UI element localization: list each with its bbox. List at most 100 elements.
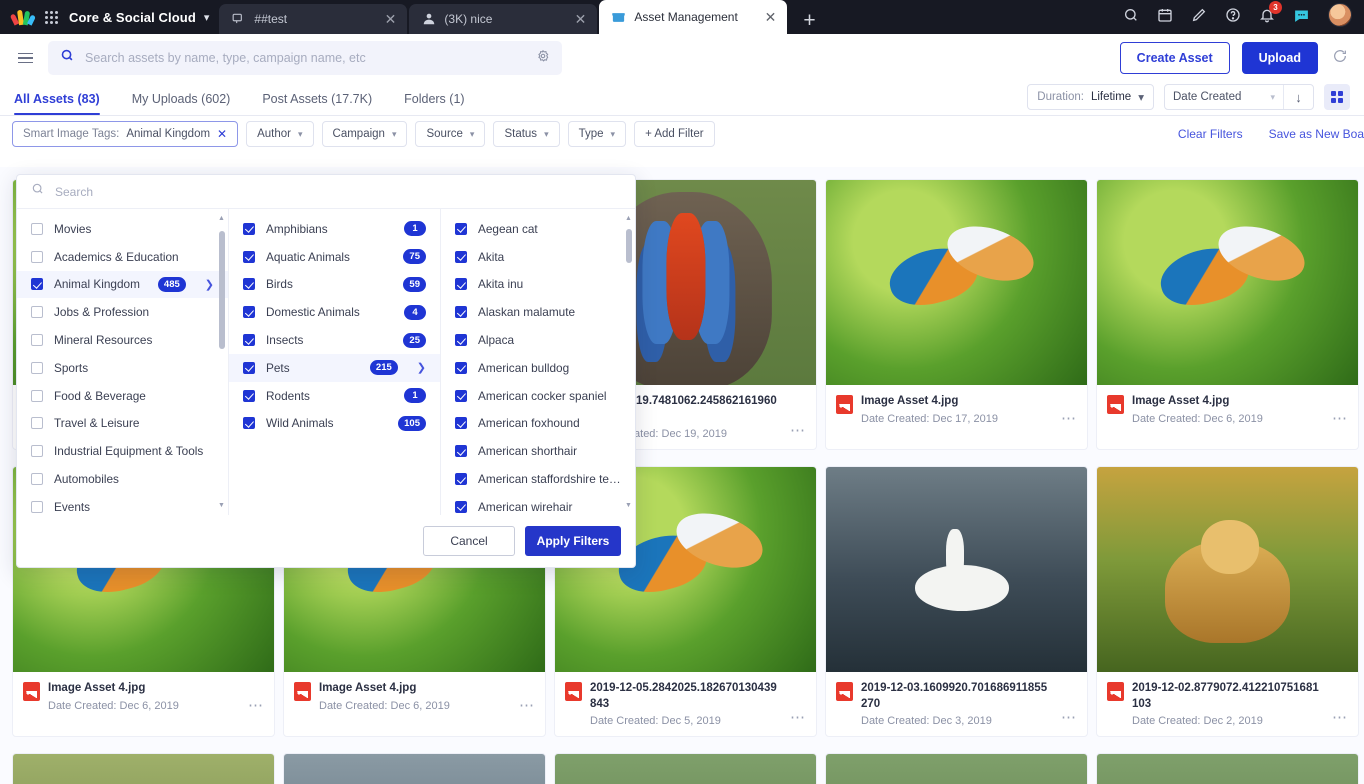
sort-field[interactable]: Date Created ▾ (1165, 85, 1283, 109)
close-icon[interactable]: ✕ (382, 12, 400, 26)
calendar-icon[interactable] (1157, 7, 1173, 23)
checkbox[interactable] (243, 334, 255, 347)
checkbox[interactable] (31, 417, 43, 430)
search-icon[interactable] (1123, 7, 1139, 23)
asset-thumbnail[interactable] (1097, 754, 1358, 784)
filter-chip-author[interactable]: Author ▾ (246, 121, 314, 147)
sort-direction-button[interactable]: ↓ (1283, 85, 1313, 109)
asset-card[interactable] (12, 753, 275, 784)
asset-card[interactable] (554, 753, 817, 784)
cancel-button[interactable]: Cancel (423, 526, 515, 556)
tab-post-assets[interactable]: Post Assets (17.7K) (246, 92, 388, 115)
search-input[interactable] (85, 51, 526, 65)
asset-thumbnail[interactable] (1097, 180, 1358, 385)
checkbox[interactable] (243, 278, 255, 291)
add-filter-button[interactable]: + Add Filter (634, 121, 715, 147)
notifications-bell-icon[interactable]: 3 (1259, 1, 1282, 23)
create-asset-button[interactable]: Create Asset (1119, 42, 1230, 74)
subcategory-column[interactable]: Amphibians 1 Aquatic Animals 75 Birds 59 Domes… (229, 209, 441, 515)
asset-thumbnail[interactable] (1097, 467, 1358, 673)
upload-button[interactable]: Upload (1241, 42, 1318, 74)
asset-thumbnail[interactable] (826, 467, 1087, 673)
more-options-icon[interactable]: ⋯ (790, 708, 806, 727)
browser-tab-asset-management[interactable]: Asset Management ✕ (599, 0, 788, 34)
breed-item[interactable]: American foxhound (441, 410, 635, 438)
more-options-icon[interactable]: ⋯ (1061, 409, 1077, 428)
checkbox[interactable] (31, 334, 43, 347)
chevron-down-icon[interactable]: ▼ (218, 502, 225, 509)
checkbox[interactable] (31, 250, 43, 263)
checkbox[interactable] (455, 222, 467, 235)
smart-image-tags-filter-dropdown[interactable]: Movies Academics & Education Animal Kingdo… (16, 174, 636, 568)
subcategory-item[interactable]: Birds 59 (229, 271, 440, 299)
breed-item[interactable]: Aegean cat (441, 215, 635, 243)
workspace-name[interactable]: Core & Social Cloud (69, 10, 196, 25)
category-item[interactable]: Automobiles (17, 465, 228, 493)
checkbox[interactable] (455, 417, 467, 430)
checkbox[interactable] (31, 445, 43, 458)
more-options-icon[interactable]: ⋯ (1061, 708, 1077, 727)
new-tab-button[interactable]: + (789, 10, 829, 34)
checkbox[interactable] (455, 250, 467, 263)
subcategory-item[interactable]: Pets 215 ❯ (229, 353, 440, 382)
subcategory-item[interactable]: Aquatic Animals 75 (229, 243, 440, 271)
chevron-down-icon[interactable]: ▼ (625, 502, 632, 509)
breed-item[interactable]: American bulldog (441, 354, 635, 382)
tab-my-uploads[interactable]: My Uploads (602) (116, 92, 247, 115)
asset-thumbnail[interactable] (13, 754, 274, 784)
asset-thumbnail[interactable] (555, 754, 816, 784)
more-options-icon[interactable]: ⋯ (248, 696, 264, 715)
scrollbar-thumb[interactable] (625, 229, 632, 263)
breed-item[interactable]: Alpaca (441, 326, 635, 354)
filter-chip-campaign[interactable]: Campaign ▾ (321, 121, 408, 147)
breed-item[interactable]: American wirehair (441, 493, 635, 515)
category-item[interactable]: Jobs & Profession (17, 298, 228, 326)
category-item[interactable]: Travel & Leisure (17, 410, 228, 438)
checkbox[interactable] (243, 306, 255, 319)
breed-item[interactable]: American cocker spaniel (441, 382, 635, 410)
more-options-icon[interactable]: ⋯ (519, 696, 535, 715)
tab-all-assets[interactable]: All Assets (83) (0, 92, 116, 115)
checkbox[interactable] (455, 445, 467, 458)
clear-filters-link[interactable]: Clear Filters (1178, 127, 1243, 141)
checkbox[interactable] (455, 361, 467, 374)
checkbox[interactable] (243, 417, 255, 430)
browser-tab-nice[interactable]: (3K) nice ✕ (409, 4, 598, 34)
save-as-new-board-link[interactable]: Save as New Boa (1269, 127, 1364, 141)
hamburger-menu-icon[interactable] (8, 41, 42, 75)
category-item[interactable]: Events (17, 493, 228, 515)
filter-chip-source[interactable]: Source ▾ (415, 121, 486, 147)
more-options-icon[interactable]: ⋯ (790, 421, 806, 440)
chevron-right-icon[interactable]: ❯ (417, 361, 426, 374)
avatar[interactable] (1328, 3, 1352, 27)
asset-card[interactable] (1096, 753, 1359, 784)
category-item[interactable]: Movies (17, 215, 228, 243)
asset-thumbnail[interactable] (284, 754, 545, 784)
checkbox[interactable] (31, 473, 43, 486)
checkbox[interactable] (455, 278, 467, 291)
checkbox[interactable] (31, 500, 43, 513)
chevron-up-icon[interactable]: ▲ (218, 215, 225, 222)
checkbox[interactable] (455, 389, 467, 402)
checkbox[interactable] (31, 361, 43, 374)
messages-icon[interactable] (1293, 7, 1310, 24)
dropdown-search-input[interactable] (55, 184, 621, 199)
filter-chip-status[interactable]: Status ▾ (493, 121, 560, 147)
chevron-right-icon[interactable]: ❯ (205, 278, 214, 291)
category-scrollbar[interactable]: ▲ ▼ (218, 215, 225, 509)
checkbox[interactable] (31, 306, 43, 319)
checkbox[interactable] (243, 361, 255, 374)
close-icon[interactable]: ✕ (572, 12, 590, 26)
breed-item[interactable]: Akita inu (441, 271, 635, 299)
category-item[interactable]: Industrial Equipment & Tools (17, 437, 228, 465)
breed-item[interactable]: American shorthair (441, 437, 635, 465)
asset-card[interactable]: Image Asset 4.jpg Date Created: Dec 17, 2… (825, 179, 1088, 451)
category-item[interactable]: Food & Beverage (17, 382, 228, 410)
breed-item[interactable]: Alaskan malamute (441, 298, 635, 326)
asset-thumbnail[interactable] (826, 180, 1087, 385)
subcategory-item[interactable]: Amphibians 1 (229, 215, 440, 243)
checkbox[interactable] (243, 389, 255, 402)
dropdown-search-bar[interactable] (17, 175, 635, 209)
tab-folders[interactable]: Folders (1) (388, 92, 480, 115)
category-column[interactable]: Movies Academics & Education Animal Kingdo… (17, 209, 229, 515)
